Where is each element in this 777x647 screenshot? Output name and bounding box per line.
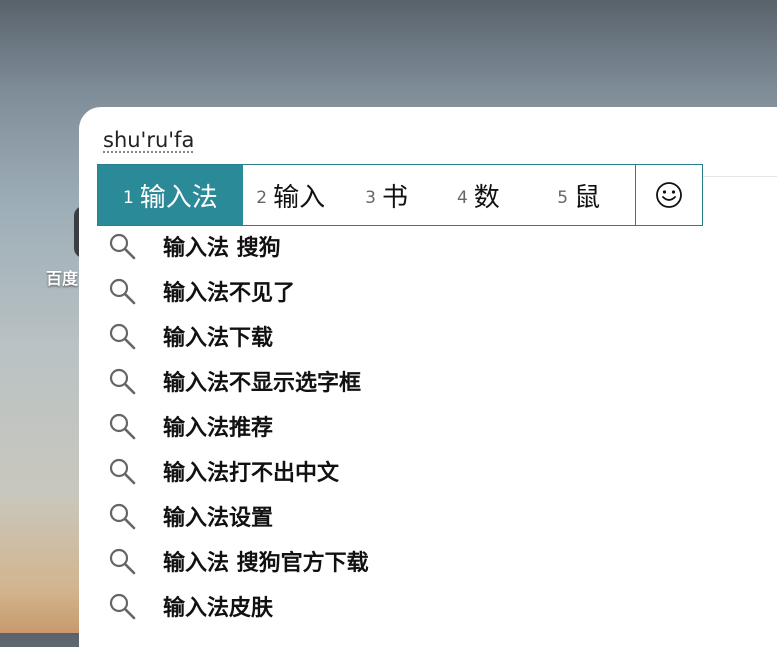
search-icon	[109, 278, 136, 304]
candidate-number: 3	[365, 188, 376, 208]
suggestion-item[interactable]: 输入法皮肤	[108, 583, 369, 628]
search-icon	[109, 413, 136, 439]
candidate-text: 输入法	[139, 182, 218, 213]
ime-candidate-bar: 1 输入法 2 输入 3 书 4 数 5 鼠	[97, 164, 703, 226]
candidate-number: 2	[256, 188, 268, 208]
search-icon	[109, 593, 136, 619]
suggestion-text: 输入法推荐	[163, 415, 274, 441]
ime-candidate-2[interactable]: 2 输入	[243, 165, 339, 225]
search-icon	[109, 548, 136, 574]
suggestion-text: 输入法皮肤	[163, 595, 274, 621]
suggestion-text: 输入法下载	[163, 325, 274, 351]
emoji-button[interactable]	[635, 165, 702, 225]
search-icon	[109, 368, 136, 394]
search-icon	[109, 323, 136, 349]
suggestion-text: 输入法不见了	[163, 280, 296, 306]
ime-candidate-5[interactable]: 5 鼠	[522, 165, 635, 225]
candidate-text: 鼠	[574, 182, 601, 213]
suggestion-item[interactable]: 输入法 搜狗官方下载	[108, 538, 369, 583]
search-icon	[109, 503, 136, 529]
suggestion-item[interactable]: 输入法设置	[108, 493, 369, 538]
suggestion-text: 输入法 搜狗	[163, 235, 281, 261]
suggestion-item[interactable]: 输入法下载	[108, 313, 369, 358]
ime-candidate-3[interactable]: 3 书	[339, 165, 435, 225]
candidate-number: 4	[456, 188, 468, 208]
search-icon	[109, 458, 136, 484]
ime-candidate-4[interactable]: 4 数	[434, 165, 522, 225]
candidate-number: 1	[122, 188, 134, 208]
suggestion-item[interactable]: 输入法不显示选字框	[108, 358, 369, 403]
candidate-text: 数	[473, 182, 500, 213]
ime-candidate-1[interactable]: 1 输入法	[98, 165, 243, 225]
suggestion-text: 输入法不显示选字框	[163, 370, 362, 396]
candidate-text: 输入	[273, 182, 326, 213]
ime-composition-text[interactable]: shu'ru'fa	[103, 128, 194, 152]
suggestion-item[interactable]: 输入法打不出中文	[108, 448, 369, 493]
suggestion-text: 输入法设置	[163, 505, 274, 531]
suggestion-list: 输入法 搜狗 输入法不见了 输入法下载 输入法不显示选字框 输入法推荐 输入法打…	[108, 223, 369, 628]
suggestion-text: 输入法打不出中文	[163, 460, 340, 486]
suggestion-text: 输入法 搜狗官方下载	[163, 550, 369, 576]
candidate-text: 书	[381, 182, 408, 213]
suggestion-item[interactable]: 输入法 搜狗	[108, 223, 369, 268]
candidate-number: 5	[557, 188, 569, 208]
smiley-icon	[656, 182, 682, 208]
suggestion-item[interactable]: 输入法不见了	[108, 268, 369, 313]
search-icon	[109, 233, 136, 259]
suggestion-item[interactable]: 输入法推荐	[108, 403, 369, 448]
